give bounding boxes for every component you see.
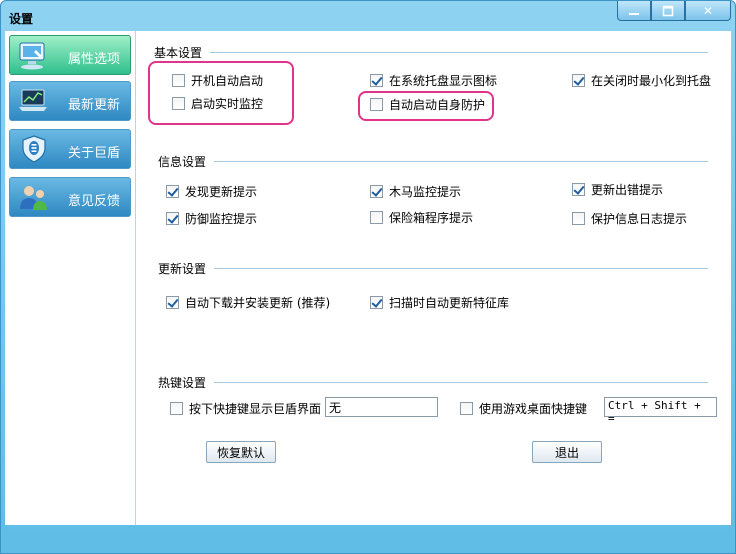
option-auto-download-update[interactable]: 自动下载并安装更新 (推荐) — [166, 293, 330, 311]
option-label: 发现更新提示 — [185, 184, 258, 199]
option-label: 在系统托盘显示图标 — [389, 73, 498, 88]
sidebar-item-properties[interactable]: 属性选项 — [9, 35, 131, 75]
monitor-hand-icon — [19, 42, 45, 70]
client-area: 属性选项 最新更新 关于巨盾 意见反馈 基本设置 开机自动启动 启动实时监控 在… — [5, 31, 731, 525]
checkbox[interactable] — [370, 184, 383, 198]
section-title-hotkey: 热键设置 — [158, 376, 207, 390]
maximize-button[interactable] — [651, 1, 685, 21]
checkbox[interactable] — [166, 211, 179, 225]
sidebar-item-updates[interactable]: 最新更新 — [9, 81, 131, 121]
show-ui-hotkey-input[interactable]: 无 — [325, 397, 438, 417]
option-label: 开机自动启动 — [191, 73, 264, 88]
section-divider — [214, 268, 708, 270]
window-title: 设置 — [9, 12, 34, 26]
option-show-ui-hotkey[interactable]: 按下快捷键显示巨盾界面 — [170, 399, 321, 417]
shield-icon — [22, 135, 46, 163]
checkbox[interactable] — [166, 295, 179, 309]
users-icon — [20, 186, 47, 210]
checkbox[interactable] — [170, 401, 183, 415]
section-divider — [214, 382, 708, 384]
option-label: 自动启动自身防护 — [389, 97, 486, 112]
checkbox[interactable] — [370, 97, 383, 111]
option-label: 扫描时自动更新特征库 — [389, 295, 510, 310]
option-label: 启动实时监控 — [191, 96, 264, 111]
sidebar-item-feedback[interactable]: 意见反馈 — [9, 177, 131, 217]
close-icon: ✕ — [702, 3, 714, 18]
sidebar: 属性选项 最新更新 关于巨盾 意见反馈 — [5, 31, 136, 525]
option-auto-start[interactable]: 开机自动启动 — [172, 71, 263, 89]
option-update-error-notice[interactable]: 更新出错提示 — [572, 180, 663, 198]
option-defense-notice[interactable]: 防御监控提示 — [166, 209, 257, 227]
option-label: 使用游戏桌面快捷键 — [479, 401, 588, 416]
game-desktop-hotkey-input[interactable]: Ctrl + Shift + = — [604, 397, 717, 425]
option-realtime-monitor[interactable]: 启动实时监控 — [172, 94, 263, 112]
exit-button[interactable]: 退出 — [532, 441, 602, 463]
checkbox[interactable] — [572, 211, 585, 225]
option-label: 在关闭时最小化到托盘 — [591, 73, 712, 88]
sidebar-item-label: 属性选项 — [68, 52, 121, 67]
option-minimize-to-tray[interactable]: 在关闭时最小化到托盘 — [572, 71, 711, 89]
status-bar — [1, 525, 735, 553]
sidebar-item-label: 最新更新 — [68, 98, 121, 113]
sidebar-item-about[interactable]: 关于巨盾 — [9, 129, 131, 169]
laptop-chart-icon — [19, 89, 47, 111]
section-divider — [214, 161, 708, 163]
option-update-notice[interactable]: 发现更新提示 — [166, 182, 257, 200]
option-label: 防御监控提示 — [185, 211, 258, 226]
checkbox[interactable] — [172, 73, 185, 87]
option-label: 保险箱程序提示 — [389, 210, 474, 225]
maximize-icon — [662, 5, 674, 16]
option-tray-icon[interactable]: 在系统托盘显示图标 — [370, 71, 497, 89]
checkbox[interactable] — [370, 73, 383, 87]
checkbox[interactable] — [572, 182, 585, 196]
section-title-info: 信息设置 — [158, 155, 207, 169]
title-bar[interactable]: 设置 ✕ — [1, 1, 735, 31]
option-trojan-notice[interactable]: 木马监控提示 — [370, 182, 461, 200]
minimize-button[interactable] — [617, 1, 651, 21]
settings-panel: 基本设置 开机自动启动 启动实时监控 在系统托盘显示图标 自动启动自身防护 在关… — [136, 31, 731, 525]
option-label: 更新出错提示 — [591, 182, 664, 197]
option-game-desktop-hotkey[interactable]: 使用游戏桌面快捷键 — [460, 399, 587, 417]
section-title-update: 更新设置 — [158, 262, 207, 276]
option-label: 木马监控提示 — [389, 184, 462, 199]
option-self-protection[interactable]: 自动启动自身防护 — [370, 95, 485, 113]
option-safebox-notice[interactable]: 保险箱程序提示 — [370, 208, 473, 226]
option-protection-log-notice[interactable]: 保护信息日志提示 — [572, 209, 687, 227]
window-controls: ✕ — [617, 1, 731, 21]
checkbox[interactable] — [370, 210, 383, 224]
section-divider — [210, 52, 708, 54]
settings-window: 设置 ✕ 属性选项 最新更新 关于巨盾 意见反馈 基本设置 开机自动启动 启动实… — [0, 0, 736, 554]
sidebar-item-label: 关于巨盾 — [68, 146, 121, 161]
restore-default-button[interactable]: 恢复默认 — [206, 441, 276, 463]
close-button[interactable]: ✕ — [685, 1, 731, 21]
option-label: 按下快捷键显示巨盾界面 — [189, 401, 322, 416]
section-title-basic: 基本设置 — [154, 46, 203, 60]
minimize-icon — [629, 12, 639, 15]
option-scan-update-signatures[interactable]: 扫描时自动更新特征库 — [370, 293, 509, 311]
checkbox[interactable] — [460, 401, 473, 415]
checkbox[interactable] — [166, 184, 179, 198]
option-label: 自动下载并安装更新 (推荐) — [185, 295, 331, 310]
checkbox[interactable] — [172, 96, 185, 110]
option-label: 保护信息日志提示 — [591, 211, 688, 226]
checkbox[interactable] — [572, 73, 585, 87]
checkbox[interactable] — [370, 295, 383, 309]
sidebar-item-label: 意见反馈 — [68, 194, 121, 209]
